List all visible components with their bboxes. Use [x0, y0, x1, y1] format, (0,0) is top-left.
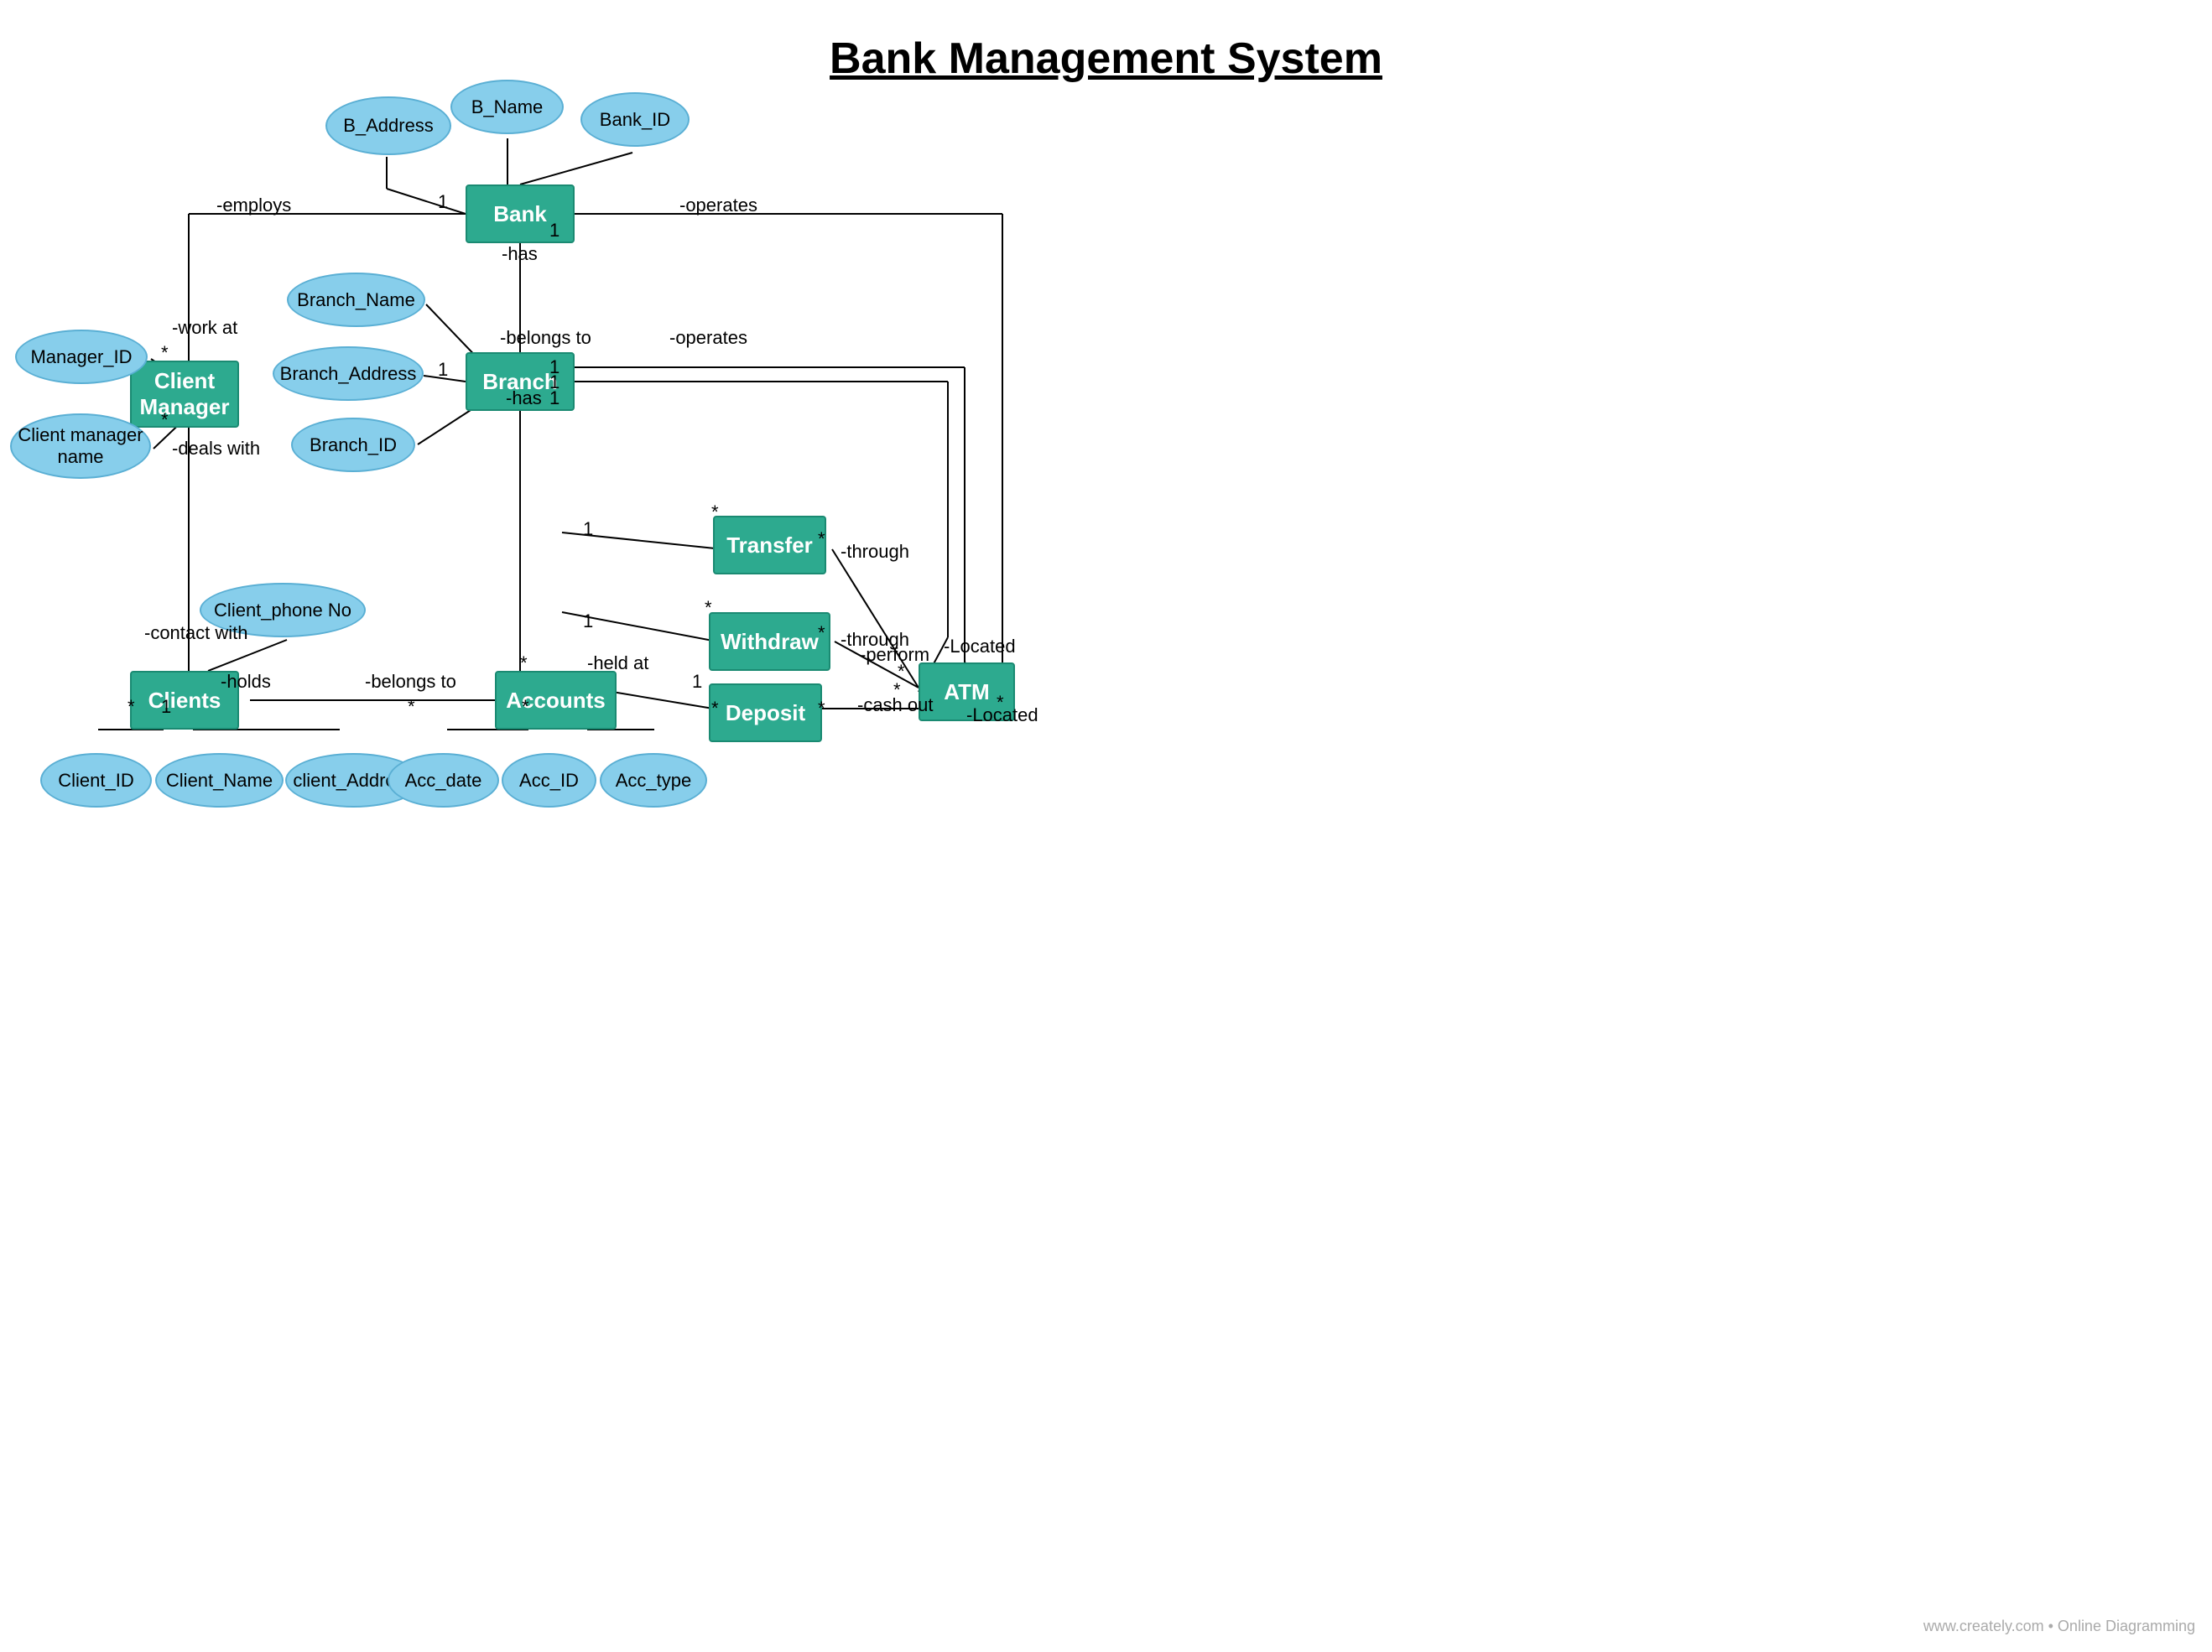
- attr-b-name: B_Name: [450, 80, 564, 134]
- rel-through-transfer: -through: [841, 541, 909, 563]
- attr-branch-address: Branch_Address: [273, 346, 424, 401]
- rel-deals-with: -deals with: [172, 438, 260, 460]
- card-star-deposit: *: [711, 698, 719, 720]
- rel-located2: -Located: [966, 704, 1038, 726]
- card-1-deposit: 1: [692, 671, 702, 693]
- card-1-withdraw: 1: [583, 610, 593, 632]
- card-star-deposit2: *: [818, 698, 825, 720]
- rel-holds: -holds: [221, 671, 271, 693]
- rel-contact-with: -contact with: [144, 622, 248, 644]
- card-star-transfer: *: [711, 501, 719, 523]
- card-star-acc: *: [520, 652, 528, 674]
- card-1-branch-op3: 1: [549, 387, 560, 409]
- entity-clientmanager: Client Manager: [130, 361, 239, 428]
- card-star-cm2: *: [161, 409, 169, 431]
- attr-bank-id: Bank_ID: [580, 92, 690, 147]
- rel-work-at: -work at: [172, 317, 237, 339]
- rel-has-accounts: -has: [506, 387, 542, 409]
- card-star-clients: *: [128, 696, 135, 718]
- rel-held-at: -held at: [587, 652, 648, 674]
- card-star-withdraw2: *: [818, 622, 825, 644]
- rel-belongs-to-acc: -belongs to: [365, 671, 456, 693]
- rel-belongs-to: -belongs to: [500, 327, 591, 349]
- card-1-branch-left: 1: [438, 359, 448, 381]
- attr-branch-id: Branch_ID: [291, 418, 415, 472]
- card-star-withdraw: *: [705, 597, 712, 619]
- attr-branch-name: Branch_Name: [287, 273, 425, 327]
- card-star-cm: *: [161, 342, 169, 364]
- entity-transfer: Transfer: [713, 516, 826, 574]
- card-1-bank-right: 1: [549, 220, 560, 242]
- rel-located1: -Located: [944, 636, 1016, 657]
- rel-employs: -employs: [216, 195, 291, 216]
- attr-manager-id: Manager_ID: [15, 330, 148, 384]
- watermark: www.creately.com • Online Diagramming: [1923, 1618, 2195, 1635]
- rel-operates-atm: -operates: [679, 195, 757, 216]
- attr-client-manager-name: Client manager name: [10, 413, 151, 479]
- entity-accounts: Accounts: [495, 671, 617, 730]
- attr-b-address: B_Address: [325, 96, 451, 155]
- entity-deposit: Deposit: [709, 683, 822, 742]
- card-star-transfer2: *: [818, 528, 825, 550]
- card-1-bank-left: 1: [438, 191, 448, 213]
- rel-perform: -perform: [860, 644, 929, 666]
- attr-acc-date: Acc_date: [388, 753, 499, 808]
- rel-has-branch: -has: [502, 243, 538, 265]
- card-1-transfer: 1: [583, 518, 593, 540]
- card-star-cashout: *: [893, 679, 901, 701]
- card-star-belongs: *: [408, 696, 415, 718]
- card-1-clients: 1: [161, 696, 171, 718]
- page-title: Bank Management System: [0, 0, 2212, 84]
- attr-acc-id: Acc_ID: [502, 753, 596, 808]
- card-star-acc2: *: [522, 696, 529, 718]
- entity-withdraw: Withdraw: [709, 612, 830, 671]
- attr-client-id: Client_ID: [40, 753, 152, 808]
- rel-operates-branch: -operates: [669, 327, 747, 349]
- attr-client-name: Client_Name: [155, 753, 284, 808]
- attr-acc-type: Acc_type: [600, 753, 707, 808]
